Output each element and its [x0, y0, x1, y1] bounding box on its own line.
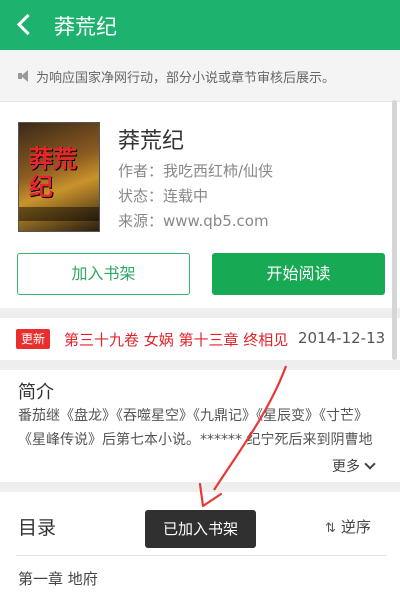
add-to-shelf-button[interactable]: 加入书架 — [17, 253, 190, 295]
update-date: 2014-12-13 — [298, 329, 386, 347]
latest-update-row[interactable]: 更新 第三十九卷 女娲 第十三章 终相见 2014-12-13 — [0, 318, 400, 360]
divider — [16, 555, 386, 556]
update-badge: 更新 — [16, 329, 51, 349]
reverse-sort-button[interactable]: ⇅ 逆序 — [325, 516, 371, 537]
scrollbar[interactable] — [392, 100, 397, 360]
book-source: 来源：www.qb5.com — [118, 212, 269, 230]
cover-title: 莽荒纪 — [29, 144, 77, 201]
sort-label: 逆序 — [340, 518, 371, 536]
cover-band — [19, 207, 99, 221]
section-divider — [0, 360, 400, 370]
book-title: 莽荒纪 — [118, 129, 185, 154]
chapter-list-item[interactable]: 第一章 地府 — [18, 568, 98, 589]
section-divider — [0, 482, 400, 492]
latest-chapter: 第三十九卷 女娲 第十三章 终相见 — [64, 331, 289, 349]
notice-text: 为响应国家净网行动，部分小说或章节审核后展示。 — [36, 71, 336, 86]
book-status: 状态：连载中 — [118, 187, 209, 205]
toast-message: 已加入书架 — [145, 510, 256, 548]
toc-heading: 目录 — [18, 517, 57, 539]
intro-text: 番茄继《盘龙》《吞噬星空》《九鼎记》《星辰变》《寸芒》《星峰传说》后第七本小说。… — [18, 408, 373, 448]
chevron-down-icon — [364, 458, 376, 470]
page-title: 莽荒纪 — [54, 15, 117, 39]
more-label: 更多 — [332, 459, 360, 475]
book-cover[interactable]: 莽荒纪 — [18, 122, 100, 232]
speaker-icon — [18, 70, 30, 82]
section-divider — [0, 308, 400, 318]
start-reading-button[interactable]: 开始阅读 — [212, 253, 385, 295]
notice-banner: 为响应国家净网行动，部分小说或章节审核后展示。 — [0, 50, 400, 102]
intro-heading: 简介 — [18, 382, 54, 403]
book-author: 作者：我吃西红柿/仙侠 — [118, 162, 274, 180]
top-bar: 莽荒纪 — [0, 0, 400, 50]
sort-arrows-icon: ⇅ — [325, 521, 336, 536]
back-arrow-icon[interactable] — [12, 12, 38, 38]
more-button[interactable]: 更多 — [332, 456, 376, 476]
